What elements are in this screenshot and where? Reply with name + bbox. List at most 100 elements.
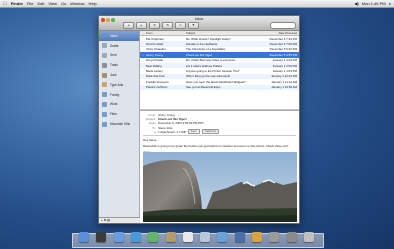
sidebar-item-sent[interactable]: Sent	[99, 51, 139, 61]
message-date: December 5 4:55 PM	[269, 52, 297, 57]
spotlight-icon[interactable]: ●	[389, 1, 391, 6]
mailbox-icon	[102, 101, 107, 107]
menu-window[interactable]: Window	[70, 1, 84, 6]
message-subject: Have you seen the latest Dashboard Widge…	[186, 79, 246, 84]
message-list: From Subject Date Received Pat Chapman Re…	[140, 31, 299, 109]
message-subject: Who's filing up the new sold stock!	[186, 74, 231, 79]
message-row[interactable]: Bear Dalling Let it rollers shall we Poll…	[140, 62, 299, 69]
finder-icon[interactable]	[79, 232, 89, 242]
attachment-info: 1 Attachment, 1.7 MB	[158, 129, 186, 134]
toolbar-button-forward[interactable]: ▸	[136, 22, 147, 29]
sidebar-item-label: Inbox	[110, 33, 118, 38]
sidebar-item-label: Type Ads	[110, 82, 124, 87]
sidebar-item-work[interactable]: Work	[99, 100, 139, 110]
menu-edit[interactable]: Edit	[37, 1, 44, 6]
window-title: Inbox	[194, 17, 204, 21]
message-row[interactable]: Mark Aria Turk Who's filing up the new so…	[140, 73, 299, 80]
message-row[interactable]: • Jonny Young Check out this Tiger! Decembe…	[140, 52, 299, 58]
message-row[interactable]: Victor Chaudier The Chronicles of a Snowf…	[140, 47, 299, 52]
message-from: Scott Forstall	[146, 42, 163, 47]
message-from: Greg Christie	[146, 58, 164, 63]
itunes-icon[interactable]	[217, 232, 228, 242]
message-date: December 5 6:32 PM	[269, 47, 297, 52]
menu-view[interactable]: View	[48, 1, 57, 6]
column-subject[interactable]: Subject	[186, 31, 258, 35]
menu-bar:  Finder File Edit View Go Window Help ◀…	[0, 0, 394, 8]
sidebar-item-label: Mountain Hills	[110, 122, 131, 127]
mail-icon[interactable]	[113, 232, 124, 242]
message-row[interactable]: Freddie Anoreyes Have you seen the latest…	[140, 79, 299, 84]
message-subject: Sunday in the Highlands	[186, 42, 218, 47]
mailbox-icon	[102, 82, 107, 88]
sidebar-item-inbox[interactable]: Inbox	[99, 31, 139, 41]
menu-go[interactable]: Go	[61, 1, 66, 6]
dashboard-icon[interactable]	[96, 232, 107, 242]
message-from: Freddie Anoreyes	[146, 79, 169, 84]
message-row[interactable]: Marie Lettery Anyone going to the Printer…	[140, 68, 299, 73]
sidebar-item-label: Junk	[110, 73, 117, 78]
column-from[interactable]: From	[146, 31, 186, 35]
save-button[interactable]: Save	[187, 129, 200, 135]
apple-menu-icon[interactable]: 	[3, 1, 7, 7]
column-date[interactable]: Date Received	[258, 31, 299, 35]
address-book-icon[interactable]	[165, 232, 176, 242]
message-row[interactable]: Greg Christie Re: iChat! Best way video t…	[140, 58, 299, 63]
garageband-icon[interactable]	[252, 232, 262, 242]
message-from: Marie Lettery	[146, 69, 163, 74]
toolbar-button-back[interactable]: ◂	[123, 22, 134, 29]
message-subject: Re: iChat! Best way video to everyone	[186, 58, 236, 63]
mailbox-icon	[102, 43, 107, 49]
message-rows: Pat Chapman Re: What should I Spotlight t…	[140, 36, 299, 90]
message-row[interactable]: Pauline Coffman See you at Macworld Expo J…	[140, 84, 299, 90]
sidebar-item-files[interactable]: Files	[99, 109, 139, 119]
menubar-clock[interactable]: Mon 1:45 PM	[362, 1, 386, 6]
dock	[72, 232, 324, 248]
attached-photo[interactable]	[143, 152, 297, 222]
safari-icon[interactable]	[130, 232, 141, 242]
window-titlebar[interactable]: Inbox ◂ ▸ ✉ ⟲ ✎ ⚑	[99, 16, 299, 31]
message-date: January 1 2:20 PM	[272, 58, 297, 63]
ical-icon[interactable]	[182, 232, 193, 242]
sidebar-item-type-ads[interactable]: Type Ads	[99, 80, 139, 90]
sidebar-item-junk[interactable]: Junk	[99, 70, 139, 80]
message-date: January 1 2:06 PM	[272, 63, 297, 68]
sidebar-item-mountain-hills[interactable]: Mountain Hills	[99, 119, 139, 129]
sidebar-item-label: Family	[110, 92, 120, 97]
toolbar-button-new[interactable]: ✉	[149, 22, 160, 29]
ichat-icon[interactable]	[148, 232, 159, 242]
message-date: January 1 10:59 AM	[271, 85, 297, 90]
idvd-icon[interactable]	[269, 232, 280, 242]
mailbox-icon	[102, 33, 107, 39]
menu-finder[interactable]: Finder	[11, 1, 23, 6]
mailbox-icon	[102, 111, 107, 117]
sidebar-item-drafts[interactable]: Drafts	[99, 41, 139, 51]
message-from: Pat Chapman	[146, 36, 164, 41]
search-field[interactable]	[270, 22, 296, 29]
sidebar-footer-buttons[interactable]: + ⚙ ▤	[99, 217, 141, 223]
message-from: Victor Chaudier	[146, 47, 166, 52]
message-row[interactable]: Scott Forstall Sunday in the Highlands Dec…	[140, 41, 299, 47]
sidebar-item-label: Files	[110, 112, 117, 117]
toolbar-button-flag[interactable]: ⚑	[188, 22, 199, 29]
message-date: January 1 11:31 AM	[271, 79, 297, 84]
slideshow-button[interactable]: Slideshow	[201, 129, 220, 135]
message-greeting: Hey Steve,	[143, 137, 158, 142]
quicktime-icon[interactable]	[234, 232, 245, 242]
attachment-icon: ▸	[154, 129, 156, 134]
message-row[interactable]: Pat Chapman Re: What should I Spotlight t…	[140, 36, 299, 41]
trash-icon[interactable]	[303, 232, 314, 242]
system-preferences-icon[interactable]	[286, 232, 297, 242]
iphoto-icon[interactable]	[200, 232, 211, 242]
sidebar-item-family[interactable]: Family	[99, 90, 139, 100]
menu-help[interactable]: Help	[89, 1, 97, 6]
message-preview: From: Jonny Young Subject: Check out this …	[140, 111, 299, 223]
message-from: Mark Aria Turk	[146, 74, 165, 79]
menu-file[interactable]: File	[27, 1, 33, 6]
toolbar-button-reply[interactable]: ⟲	[162, 22, 173, 29]
volume-icon[interactable]: ◀)	[354, 1, 358, 6]
message-from: Jonny Young	[146, 52, 163, 57]
mailbox-icon	[102, 62, 107, 68]
mailbox-sidebar: Inbox Drafts Sent Trash Junk Type Ads Family Wo…	[99, 31, 141, 223]
sidebar-item-trash[interactable]: Trash	[99, 60, 139, 70]
toolbar-button-compose[interactable]: ✎	[175, 22, 186, 29]
